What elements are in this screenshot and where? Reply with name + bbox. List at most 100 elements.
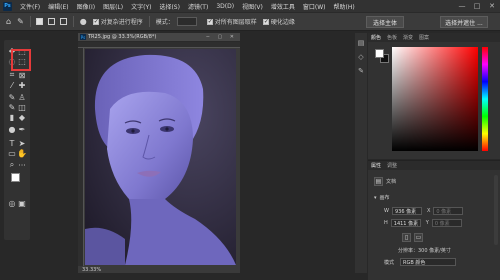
menu-filter[interactable]: 滤镜(T) bbox=[184, 2, 212, 11]
auto-enhance-label: 对复杂进行程序 bbox=[100, 19, 143, 26]
menu-bar: Ps 文件(F) 编辑(E) 图像(I) 图层(L) 文字(Y) 选择(S) 滤… bbox=[0, 0, 500, 12]
menu-3d[interactable]: 3D(D) bbox=[212, 3, 238, 10]
healing-tool-icon[interactable]: ✚ bbox=[17, 80, 27, 90]
hue-slider[interactable] bbox=[482, 47, 488, 151]
crop-tool-icon[interactable]: ⌗ bbox=[7, 70, 17, 80]
y-field[interactable]: 0 像素 bbox=[431, 219, 462, 227]
resolution-row: 分辨率：300 像素/英寸 bbox=[398, 247, 451, 254]
canvas-section: ▾ 画布 bbox=[374, 194, 390, 202]
properties-panel-tabs: 属性 调整 bbox=[368, 161, 500, 170]
brush-panel-icon[interactable]: ✎ bbox=[357, 67, 365, 75]
history-panel-icon[interactable]: ▤ bbox=[357, 39, 365, 47]
tab-gradients[interactable]: 渐变 bbox=[400, 34, 416, 41]
menu-view[interactable]: 视图(V) bbox=[238, 2, 267, 11]
height-field[interactable]: 1411 像素 bbox=[390, 219, 421, 227]
menu-edit[interactable]: 编辑(E) bbox=[44, 2, 72, 11]
image-canvas[interactable] bbox=[85, 49, 236, 265]
mode-label: 模式 bbox=[384, 259, 395, 266]
x-field[interactable]: 0 像素 bbox=[433, 207, 464, 215]
minimize-button[interactable]: — bbox=[455, 0, 469, 12]
menu-plugins[interactable]: 增效工具 bbox=[267, 2, 299, 11]
select-subject-button[interactable]: 选择主体 bbox=[366, 16, 404, 28]
divider bbox=[29, 16, 31, 27]
properties-scrollbar[interactable] bbox=[494, 175, 498, 245]
select-and-mask-button[interactable]: 选择并遮住 ... bbox=[440, 16, 488, 28]
document-tab[interactable]: Ps TR25.jpg @ 33.3%(RGB/8*) − ▢ ✕ bbox=[78, 33, 240, 42]
document-title: TR25.jpg @ 33.3%(RGB/8*) bbox=[88, 34, 157, 40]
document-row: ▤ 文档 bbox=[374, 177, 396, 186]
photoshop-file-icon: Ps bbox=[80, 34, 86, 40]
portrait-orientation-icon[interactable]: ▯ bbox=[402, 233, 411, 242]
orientation-row: ▯ ▭ bbox=[402, 233, 426, 242]
highlight-annotation bbox=[11, 49, 31, 71]
mode-select[interactable] bbox=[176, 17, 197, 26]
menu-file[interactable]: 文件(F) bbox=[16, 2, 44, 11]
rectangle-tool-icon[interactable]: ▭ bbox=[7, 148, 17, 158]
document-icon: ▤ bbox=[374, 177, 383, 186]
close-button[interactable]: ✕ bbox=[485, 0, 499, 12]
history-brush-tool-icon[interactable]: ✎ bbox=[7, 102, 17, 112]
document-window: Ps TR25.jpg @ 33.3%(RGB/8*) − ▢ ✕ 33.33% bbox=[78, 33, 240, 273]
panel-foreground-swatch[interactable] bbox=[375, 49, 384, 58]
canvas-label: 画布 bbox=[379, 195, 390, 201]
new-selection-icon[interactable] bbox=[35, 18, 43, 25]
menu-window[interactable]: 窗口(W) bbox=[299, 2, 330, 11]
width-row: W 936 像素 X 0 像素 bbox=[384, 207, 464, 215]
path-select-tool-icon[interactable]: ➤ bbox=[17, 138, 27, 148]
home-icon[interactable]: ⌂ bbox=[6, 17, 11, 26]
zoom-tool-icon[interactable]: ⌕ bbox=[7, 160, 17, 170]
tab-color[interactable]: 颜色 bbox=[368, 34, 384, 41]
tab-adjustments[interactable]: 调整 bbox=[384, 162, 400, 169]
maximize-button[interactable]: □ bbox=[470, 0, 484, 12]
menu-type[interactable]: 文字(Y) bbox=[127, 2, 155, 11]
stamp-tool-icon[interactable]: ♙ bbox=[17, 92, 27, 102]
frame-tool-icon[interactable]: ⊠ bbox=[17, 70, 27, 80]
quick-mask-icon[interactable]: ◎ bbox=[7, 198, 17, 208]
pen-tool-icon[interactable]: ✒ bbox=[17, 124, 27, 134]
collapsed-panel-strip: ▤ ◇ ✎ bbox=[355, 33, 367, 273]
add-selection-icon[interactable] bbox=[47, 18, 55, 25]
menu-select[interactable]: 选择(S) bbox=[155, 2, 184, 11]
divider bbox=[72, 16, 74, 27]
eyedropper-tool-icon[interactable]: ⁄ bbox=[7, 80, 17, 90]
type-tool-icon[interactable]: T bbox=[7, 138, 17, 148]
color-panel-tabs: 颜色 色板 渐变 图案 bbox=[368, 33, 500, 42]
tab-patterns[interactable]: 图案 bbox=[416, 34, 432, 41]
document-window-buttons[interactable]: − ▢ ✕ bbox=[206, 34, 237, 40]
eraser-tool-icon[interactable]: ◫ bbox=[17, 102, 27, 112]
gradient-tool-icon[interactable]: ▮ bbox=[7, 112, 17, 122]
auto-enhance-checkbox[interactable] bbox=[92, 18, 99, 25]
color-panel: 颜色 色板 渐变 图案 bbox=[368, 33, 500, 159]
properties-panel: 属性 调整 ▤ 文档 ▾ 画布 W 936 像素 X 0 像素 H 1411 像… bbox=[368, 160, 500, 280]
tab-properties[interactable]: 属性 bbox=[368, 162, 384, 169]
horizontal-ruler bbox=[78, 42, 240, 48]
hand-tool-icon[interactable]: ✋ bbox=[17, 148, 27, 158]
tab-swatches[interactable]: 色板 bbox=[384, 34, 400, 41]
sample-all-checkbox[interactable] bbox=[206, 18, 213, 25]
height-label: H bbox=[384, 220, 388, 226]
brush-size-icon[interactable]: ● bbox=[80, 17, 87, 26]
blur-tool-icon[interactable]: ◆ bbox=[17, 112, 27, 122]
mode-label: 模式： bbox=[155, 19, 174, 26]
more-tools-icon[interactable]: ··· bbox=[17, 160, 27, 170]
dodge-tool-icon[interactable]: ● bbox=[7, 124, 17, 134]
menu-help[interactable]: 帮助(H) bbox=[330, 2, 359, 11]
enhance-edge-checkbox[interactable] bbox=[262, 18, 269, 25]
color-picker-field[interactable] bbox=[392, 47, 478, 151]
quick-select-icon[interactable]: ✎ bbox=[17, 17, 24, 26]
portrait-image bbox=[85, 49, 236, 265]
color-mode-select[interactable]: RGB 颜色 bbox=[400, 258, 457, 266]
screen-mode-icon[interactable]: ▣ bbox=[17, 198, 27, 208]
menu-image[interactable]: 图像(I) bbox=[73, 2, 99, 11]
subtract-selection-icon[interactable] bbox=[59, 18, 67, 25]
foreground-color-swatch[interactable] bbox=[11, 173, 20, 182]
collapse-icon[interactable]: ▾ bbox=[374, 195, 377, 201]
menu-layer[interactable]: 图层(L) bbox=[99, 2, 127, 11]
layers-panel-icon[interactable]: ◇ bbox=[357, 53, 365, 61]
landscape-orientation-icon[interactable]: ▭ bbox=[414, 233, 423, 242]
brush-tool-icon[interactable]: ✎ bbox=[7, 92, 17, 102]
width-field[interactable]: 936 像素 bbox=[391, 207, 422, 215]
sample-all-label: 对所有图层取样 bbox=[214, 19, 257, 26]
mode-row: 模式 RGB 颜色 bbox=[384, 258, 457, 266]
vertical-ruler bbox=[78, 48, 84, 266]
